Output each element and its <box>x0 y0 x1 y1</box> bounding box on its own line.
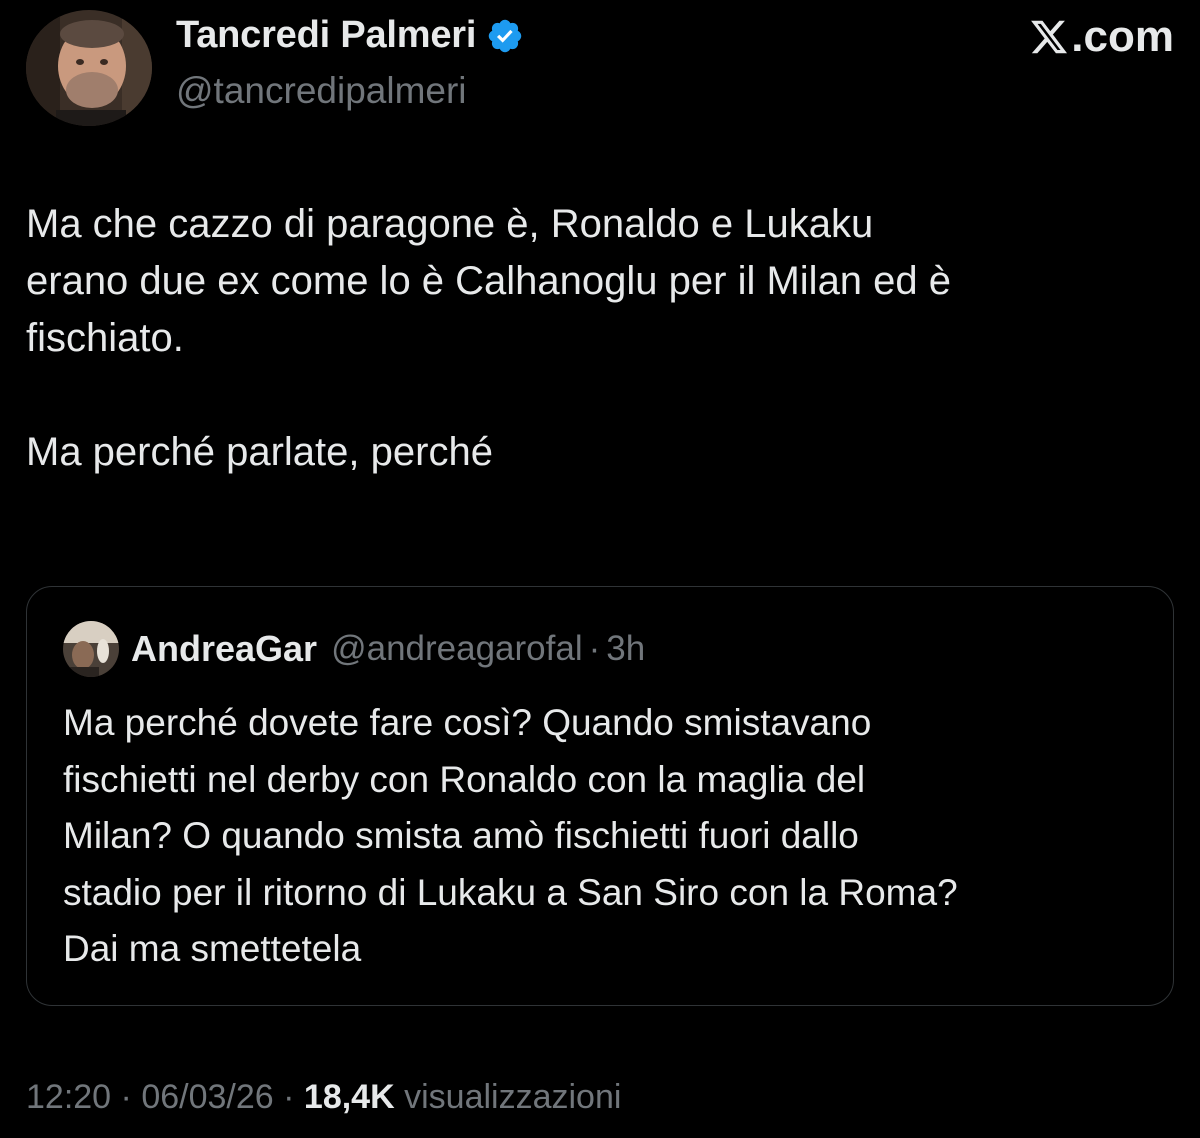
x-brand: .com <box>1029 12 1174 62</box>
views-label: visualizzazioni <box>404 1078 622 1116</box>
separator-dot: · <box>120 1078 132 1116</box>
tweet-meta: 12:20 · 06/03/26 · 18,4K visualizzazioni <box>26 1078 621 1117</box>
author-name[interactable]: Tancredi Palmeri <box>176 14 476 57</box>
quoted-tweet-text: Ma perché dovete fare così? Quando smist… <box>63 702 958 969</box>
tweet-header: Tancredi Palmeri @tancredipalmeri .com <box>26 8 1174 126</box>
verified-badge-icon <box>486 17 524 55</box>
author-avatar[interactable] <box>26 10 152 126</box>
quoted-author-handle[interactable]: @andreagarofal <box>331 629 583 669</box>
brand-label: .com <box>1071 12 1174 61</box>
quoted-author-name[interactable]: AndreaGar <box>131 628 317 670</box>
quoted-author-avatar[interactable] <box>63 621 119 677</box>
separator-dot: · <box>588 629 601 668</box>
x-logo-icon <box>1031 20 1068 54</box>
tweet-date[interactable]: 06/03/26 <box>141 1078 273 1116</box>
author-handle[interactable]: @tancredipalmeri <box>176 70 467 112</box>
quoted-tweet-header: AndreaGar @andreagarofal · 3h <box>63 621 645 677</box>
separator-dot: · <box>283 1078 295 1116</box>
author-name-row[interactable]: Tancredi Palmeri <box>176 14 524 57</box>
quoted-tweet-time[interactable]: 3h <box>606 629 645 669</box>
views-count[interactable]: 18,4K <box>304 1078 395 1116</box>
quoted-tweet-card[interactable]: AndreaGar @andreagarofal · 3h Ma perché … <box>26 586 1174 1006</box>
tweet-time[interactable]: 12:20 <box>26 1078 111 1116</box>
tweet-text: Ma che cazzo di paragone è, Ronaldo e Lu… <box>26 202 952 474</box>
